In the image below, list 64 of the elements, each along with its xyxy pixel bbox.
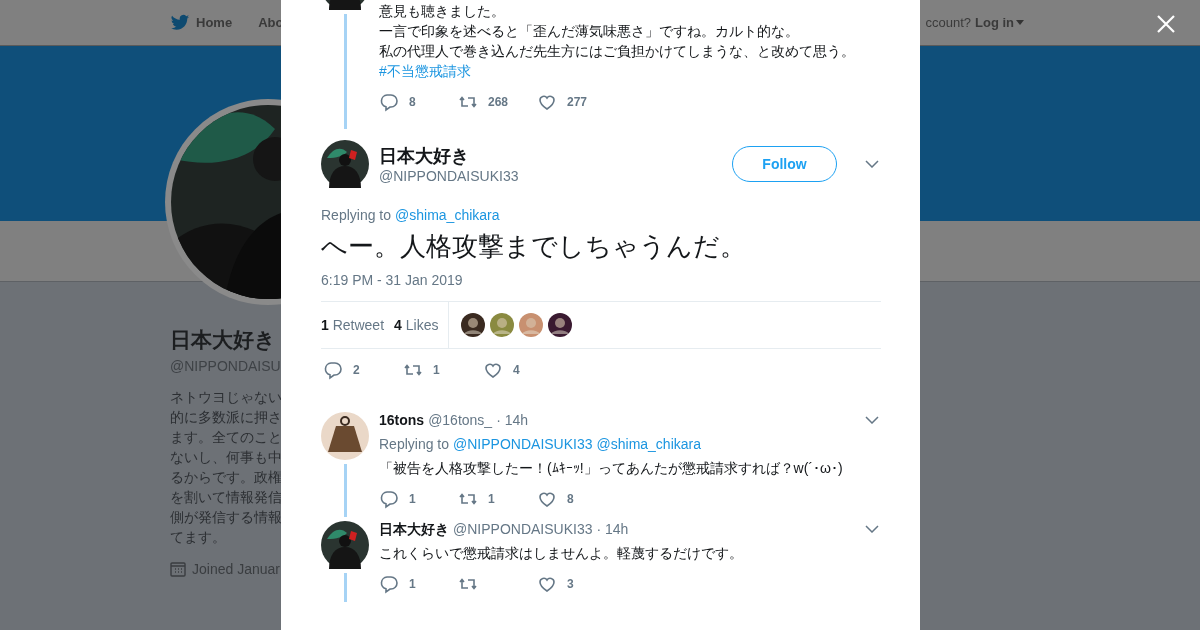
replying-label: Replying to <box>379 435 450 453</box>
user-name: 16tons <box>379 411 425 429</box>
like-count: 277 <box>567 95 588 109</box>
tweet-time: · 14h <box>596 520 629 538</box>
like-count: 8 <box>567 492 574 506</box>
user-name: 日本大好き <box>379 520 449 538</box>
bio-line: 的に多数派に押さ <box>170 408 283 427</box>
mention-link[interactable]: @NIPPONDAISUKI33 <box>453 435 593 453</box>
reply-icon[interactable] <box>323 360 343 380</box>
tweet-text: 一言で印象を述べると「歪んだ薄気味悪さ」ですね。カルト的な。 <box>379 22 800 41</box>
bird-icon <box>170 13 190 32</box>
chevron-icon[interactable] <box>865 525 879 533</box>
thread-line <box>343 464 347 517</box>
follow-button[interactable]: Follow <box>732 146 837 182</box>
bio-line: るからです。政権 <box>170 468 283 487</box>
reply-icon[interactable] <box>379 574 399 594</box>
tweet-text: へー。人格攻撃までしちゃうんだ。 <box>321 230 747 263</box>
like-icon[interactable] <box>537 574 557 594</box>
user-handle: @NIPPONDAISUKI33 <box>453 520 593 538</box>
retweet-count: 268 <box>488 95 509 109</box>
like-count: 4 <box>513 363 520 377</box>
user-name: 日本大好き <box>379 144 470 167</box>
login-prompt: ccount? <box>925 15 971 30</box>
reply-count: 1 <box>409 492 416 506</box>
hashtag-link[interactable]: #不当懲戒請求 <box>379 61 881 81</box>
reply-icon[interactable] <box>379 92 399 112</box>
login-link[interactable]: Log in <box>975 15 1024 30</box>
tweet-text: 「被告を人格攻撃したー！(ﾑｷｰｯ!」ってあんたが懲戒請求すれば？w(´･ω･) <box>379 459 844 477</box>
like-icon[interactable] <box>483 360 503 380</box>
profile-name: 日本大好き <box>170 327 277 353</box>
chevron-icon[interactable] <box>865 416 879 424</box>
bio-line: を割いて情報発信 <box>170 488 283 507</box>
tweet-text: これくらいで懲戒請求はしませんよ。軽蔑するだけです。 <box>379 544 744 562</box>
like-stat[interactable]: 4 Likes <box>394 317 439 333</box>
thread-line <box>343 573 347 602</box>
retweet-count: 1 <box>433 363 440 377</box>
close-icon[interactable] <box>1157 15 1175 33</box>
caret-icon <box>1016 20 1024 25</box>
mention-link[interactable]: @shima_chikara <box>395 207 500 223</box>
reply-count: 1 <box>409 577 416 591</box>
bio-line: てます。 <box>170 528 227 547</box>
like-count: 3 <box>567 577 574 591</box>
retweet-stat[interactable]: 1 Retweet <box>321 317 385 333</box>
reply-count: 2 <box>353 363 360 377</box>
tweet-timestamp: 6:19 PM - 31 Jan 2019 <box>321 272 464 288</box>
replying-label: Replying to <box>321 207 392 223</box>
user-handle: @16tons_ <box>428 411 493 429</box>
reply-icon[interactable] <box>379 489 399 509</box>
tweet-text: 私の代理人で巻き込んだ先生方にはご負担かけてしまうな、と改めて思う。 <box>379 42 856 61</box>
chevron-icon[interactable] <box>865 160 879 168</box>
bio-line: ないし、何事も中 <box>170 448 283 467</box>
like-icon[interactable] <box>537 489 557 509</box>
bio-line: ネトウヨじゃない <box>170 388 283 407</box>
bio-line: ます。全てのこと <box>170 428 283 447</box>
reply-count: 8 <box>409 95 416 109</box>
retweet-count: 1 <box>488 492 495 506</box>
mention-link[interactable]: @shima_chikara <box>596 435 701 453</box>
tweet-text: 意見も聴きました。 <box>379 2 506 21</box>
nav-link[interactable]: Home <box>170 13 233 32</box>
tweet-time: · 14h <box>496 411 529 429</box>
calendar-icon <box>170 561 186 577</box>
bio-line: 側が発信する情報 <box>170 508 283 527</box>
like-icon[interactable] <box>537 92 557 112</box>
user-handle: @NIPPONDAISUKI33 <box>379 167 520 184</box>
